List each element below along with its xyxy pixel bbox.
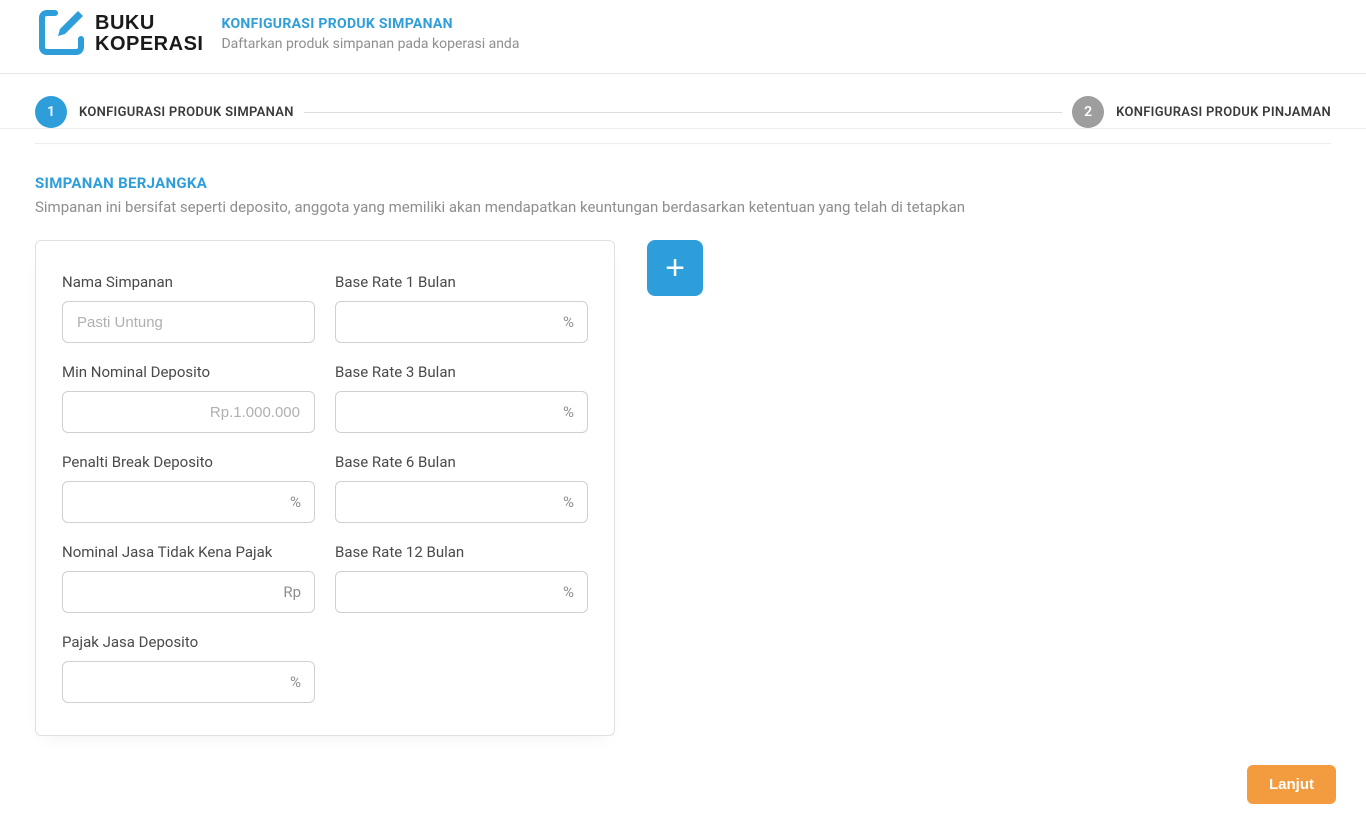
penalti-label: Penalti Break Deposito [62,453,315,471]
add-card-button[interactable]: + [647,240,703,296]
nama-simpanan-input[interactable] [62,301,315,343]
step-2[interactable]: 2 KONFIGURASI PRODUK PINJAMAN [1072,96,1331,128]
rate12-label: Base Rate 12 Bulan [335,543,588,561]
step-2-circle: 2 [1072,96,1104,128]
rate12-input[interactable] [335,571,588,613]
njtkp-input[interactable] [62,571,315,613]
main-content: SIMPANAN BERJANGKA Simpanan ini bersifat… [0,144,1366,836]
step-1[interactable]: 1 KONFIGURASI PRODUK SIMPANAN [35,96,294,128]
pajak-input[interactable] [62,661,315,703]
brand-name-line1: BUKU [95,13,203,34]
header-text: KONFIGURASI PRODUK SIMPANAN Daftarkan pr… [221,16,519,52]
continue-button[interactable]: Lanjut [1247,765,1336,804]
deposit-form-card: Nama Simpanan Min Nominal Deposito Penal… [35,240,615,736]
rate6-label: Base Rate 6 Bulan [335,453,588,471]
min-nominal-label: Min Nominal Deposito [62,363,315,381]
min-nominal-input[interactable] [62,391,315,433]
rate1-label: Base Rate 1 Bulan [335,273,588,291]
pajak-label: Pajak Jasa Deposito [62,633,315,651]
penalti-input[interactable] [62,481,315,523]
section-description: Simpanan ini bersifat seperti deposito, … [35,198,1331,216]
app-header: BUKU KOPERASI KONFIGURASI PRODUK SIMPANA… [0,0,1366,74]
step-1-circle: 1 [35,96,67,128]
page-subtitle: Daftarkan produk simpanan pada koperasi … [221,36,519,52]
brand-name: BUKU KOPERASI [95,13,203,55]
brand-logo: BUKU KOPERASI [35,5,203,63]
brand-name-line2: KOPERASI [95,34,203,55]
step-2-label: KONFIGURASI PRODUK PINJAMAN [1116,105,1331,120]
step-1-label: KONFIGURASI PRODUK SIMPANAN [79,105,294,120]
plus-icon: + [665,251,685,285]
step-connector [304,112,1062,113]
njtkp-label: Nominal Jasa Tidak Kena Pajak [62,543,315,561]
rate6-input[interactable] [335,481,588,523]
stepper: 1 KONFIGURASI PRODUK SIMPANAN 2 KONFIGUR… [0,74,1366,129]
form-left-column: Nama Simpanan Min Nominal Deposito Penal… [62,273,315,703]
nama-simpanan-label: Nama Simpanan [62,273,315,291]
rate3-label: Base Rate 3 Bulan [335,363,588,381]
page-title: KONFIGURASI PRODUK SIMPANAN [221,16,519,32]
rate1-input[interactable] [335,301,588,343]
logo-icon [35,5,89,63]
rate3-input[interactable] [335,391,588,433]
form-right-column: Base Rate 1 Bulan % Base Rate 3 Bulan % [335,273,588,703]
section-title: SIMPANAN BERJANGKA [35,174,1331,192]
